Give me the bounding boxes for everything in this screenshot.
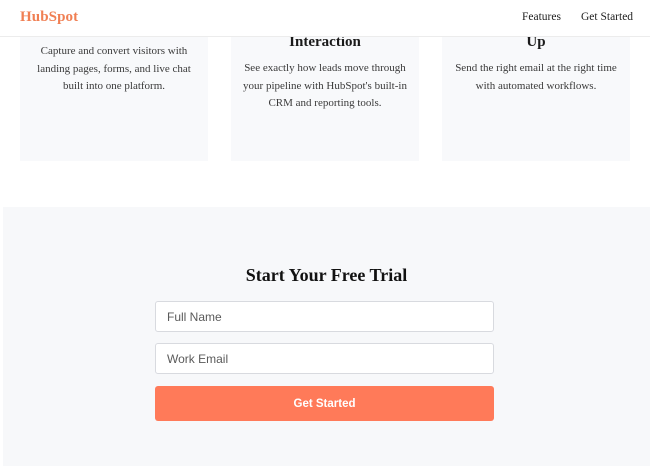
full-name-input[interactable] [155,301,494,332]
site-header: HubSpot Features Get Started [0,0,650,37]
free-trial-section: Start Your Free Trial Get Started [3,207,650,466]
nav-link-get-started[interactable]: Get Started [581,11,633,23]
feature-card-text: Send the right email at the right time w… [455,62,617,92]
feature-card-text: See exactly how leads move through your … [243,62,407,109]
get-started-button[interactable]: Get Started [155,386,494,421]
work-email-input[interactable] [155,343,494,374]
feature-card-text: Capture and convert visitors with landin… [37,45,191,92]
hubspot-logo[interactable]: HubSpot [20,9,78,26]
trial-heading: Start Your Free Trial [245,265,408,285]
nav-link-features[interactable]: Features [522,11,561,23]
page: Capture and convert visitors with landin… [0,0,650,466]
